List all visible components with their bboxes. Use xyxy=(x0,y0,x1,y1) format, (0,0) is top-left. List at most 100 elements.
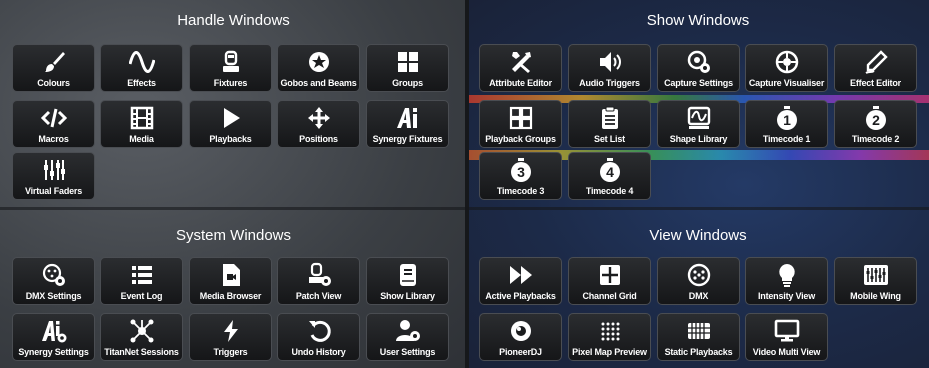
section-title: View Windows xyxy=(649,227,747,244)
tile-label: Timecode 1 xyxy=(762,134,811,144)
tile-label: Gobos and Beams xyxy=(280,78,357,88)
mobile-wing-button[interactable]: Mobile Wing xyxy=(834,257,917,305)
groups-button[interactable]: Groups xyxy=(366,44,449,92)
shape-icon xyxy=(658,105,739,131)
audio-triggers-button[interactable]: Audio Triggers xyxy=(568,44,651,92)
tile-label: TitanNet Sessions xyxy=(104,347,179,357)
tile-label: Playbacks xyxy=(209,134,252,144)
tile-label: DMX Settings xyxy=(25,291,82,301)
gobos-and-beams-button[interactable]: Gobos and Beams xyxy=(277,44,360,92)
capture-visualiser-button[interactable]: Capture Visualiser xyxy=(745,44,828,92)
tile-label: Effect Editor xyxy=(850,78,901,88)
attribute-editor-button[interactable]: Attribute Editor xyxy=(479,44,562,92)
timecode-number: 4 xyxy=(606,164,614,180)
speaker-icon xyxy=(569,49,650,75)
tile-label: Triggers xyxy=(213,347,248,357)
bulb-icon xyxy=(746,262,827,288)
tile-label: Undo History xyxy=(291,347,346,357)
effect-editor-button[interactable]: Effect Editor xyxy=(834,44,917,92)
user-settings-button[interactable]: User Settings xyxy=(366,313,449,361)
dmx-button[interactable]: DMX xyxy=(657,257,740,305)
system-windows-section: System Windows DMX Settings Event Log Me… xyxy=(0,210,467,368)
tile-label: Patch View xyxy=(295,291,342,301)
media-browser-button[interactable]: Media Browser xyxy=(189,257,272,305)
mobile-wing-icon xyxy=(835,262,916,288)
tile-label: Mobile Wing xyxy=(850,291,901,301)
tile-label: Shape Library xyxy=(669,134,728,144)
pioneerdj-button[interactable]: PioneerDJ xyxy=(479,313,562,361)
tile-label: Audio Triggers xyxy=(579,78,640,88)
timecode-2-button[interactable]: 2 Timecode 2 xyxy=(834,100,917,148)
synergy-settings-button[interactable]: Synergy Settings xyxy=(12,313,95,361)
tile-label: Macros xyxy=(38,134,69,144)
patch-icon xyxy=(278,262,359,288)
pen-icon xyxy=(835,49,916,75)
tile-label: Static Playbacks xyxy=(664,347,733,357)
tile-label: Show Library xyxy=(380,291,435,301)
colours-button[interactable]: Colours xyxy=(12,44,95,92)
fixtures-button[interactable]: Fixtures xyxy=(189,44,272,92)
patch-view-button[interactable]: Patch View xyxy=(277,257,360,305)
undo-icon xyxy=(278,318,359,344)
media-button[interactable]: Media xyxy=(100,100,183,148)
stopwatch-2-icon: 2 xyxy=(835,105,916,131)
show-library-button[interactable]: Show Library xyxy=(366,257,449,305)
shape-library-button[interactable]: Shape Library xyxy=(657,100,740,148)
static-playbacks-button[interactable]: Static Playbacks xyxy=(657,313,740,361)
tile-label: Virtual Faders xyxy=(24,186,83,196)
move-arrows-icon xyxy=(278,105,359,131)
handle-windows-section: Handle Windows Colours Effects Fixtures … xyxy=(0,0,467,210)
section-title: Handle Windows xyxy=(177,12,290,29)
tile-label: Media xyxy=(129,134,154,144)
channel-grid-button[interactable]: Channel Grid xyxy=(568,257,651,305)
playbacks-button[interactable]: Playbacks xyxy=(189,100,272,148)
view-windows-section: View Windows Active Playbacks Channel Gr… xyxy=(467,210,929,368)
pixel-map-preview-button[interactable]: Pixel Map Preview xyxy=(568,313,651,361)
undo-history-button[interactable]: Undo History xyxy=(277,313,360,361)
stopwatch-3-icon: 3 xyxy=(480,157,561,183)
timecode-1-button[interactable]: 1 Timecode 1 xyxy=(745,100,828,148)
video-multi-view-button[interactable]: Video Multi View xyxy=(745,313,828,361)
capture-icon xyxy=(746,49,827,75)
tile-label: DMX xyxy=(688,291,709,301)
static-grid-icon xyxy=(658,318,739,344)
user-settings-icon xyxy=(367,318,448,344)
pioneer-icon xyxy=(480,318,561,344)
timecode-number: 2 xyxy=(872,112,880,128)
tile-label: Groups xyxy=(392,78,423,88)
capture-settings-button[interactable]: Capture Settings xyxy=(657,44,740,92)
timecode-number: 3 xyxy=(517,164,525,180)
titannet-sessions-button[interactable]: TitanNet Sessions xyxy=(100,313,183,361)
monitor-icon xyxy=(746,318,827,344)
tile-label: Capture Settings xyxy=(664,78,733,88)
intensity-view-button[interactable]: Intensity View xyxy=(745,257,828,305)
positions-button[interactable]: Positions xyxy=(277,100,360,148)
macros-button[interactable]: Macros xyxy=(12,100,95,148)
section-title: System Windows xyxy=(175,227,292,244)
tile-label: User Settings xyxy=(379,347,436,357)
event-log-button[interactable]: Event Log xyxy=(100,257,183,305)
active-playbacks-button[interactable]: Active Playbacks xyxy=(479,257,562,305)
play-icon xyxy=(190,105,271,131)
book-icon xyxy=(367,262,448,288)
tile-label: Pixel Map Preview xyxy=(572,347,647,357)
effects-button[interactable]: Effects xyxy=(100,44,183,92)
playback-groups-button[interactable]: Playback Groups xyxy=(479,100,562,148)
timecode-3-button[interactable]: 3 Timecode 3 xyxy=(479,152,562,200)
stopwatch-1-icon: 1 xyxy=(746,105,827,131)
stopwatch-4-icon: 4 xyxy=(569,157,650,183)
triggers-button[interactable]: Triggers xyxy=(189,313,272,361)
tile-label: Active Playbacks xyxy=(485,291,556,301)
grid-four-icon xyxy=(367,49,448,75)
timecode-4-button[interactable]: 4 Timecode 4 xyxy=(568,152,651,200)
virtual-faders-button[interactable]: Virtual Faders xyxy=(12,152,95,200)
capture-settings-icon xyxy=(658,49,739,75)
synergy-fixtures-button[interactable]: Synergy Fixtures xyxy=(366,100,449,148)
playback-groups-icon xyxy=(480,105,561,131)
tile-label: Timecode 4 xyxy=(585,186,634,196)
set-list-button[interactable]: Set List xyxy=(568,100,651,148)
clipboard-list-icon xyxy=(569,105,650,131)
code-icon xyxy=(13,105,94,131)
dmx-settings-button[interactable]: DMX Settings xyxy=(12,257,95,305)
tile-label: Effects xyxy=(127,78,156,88)
